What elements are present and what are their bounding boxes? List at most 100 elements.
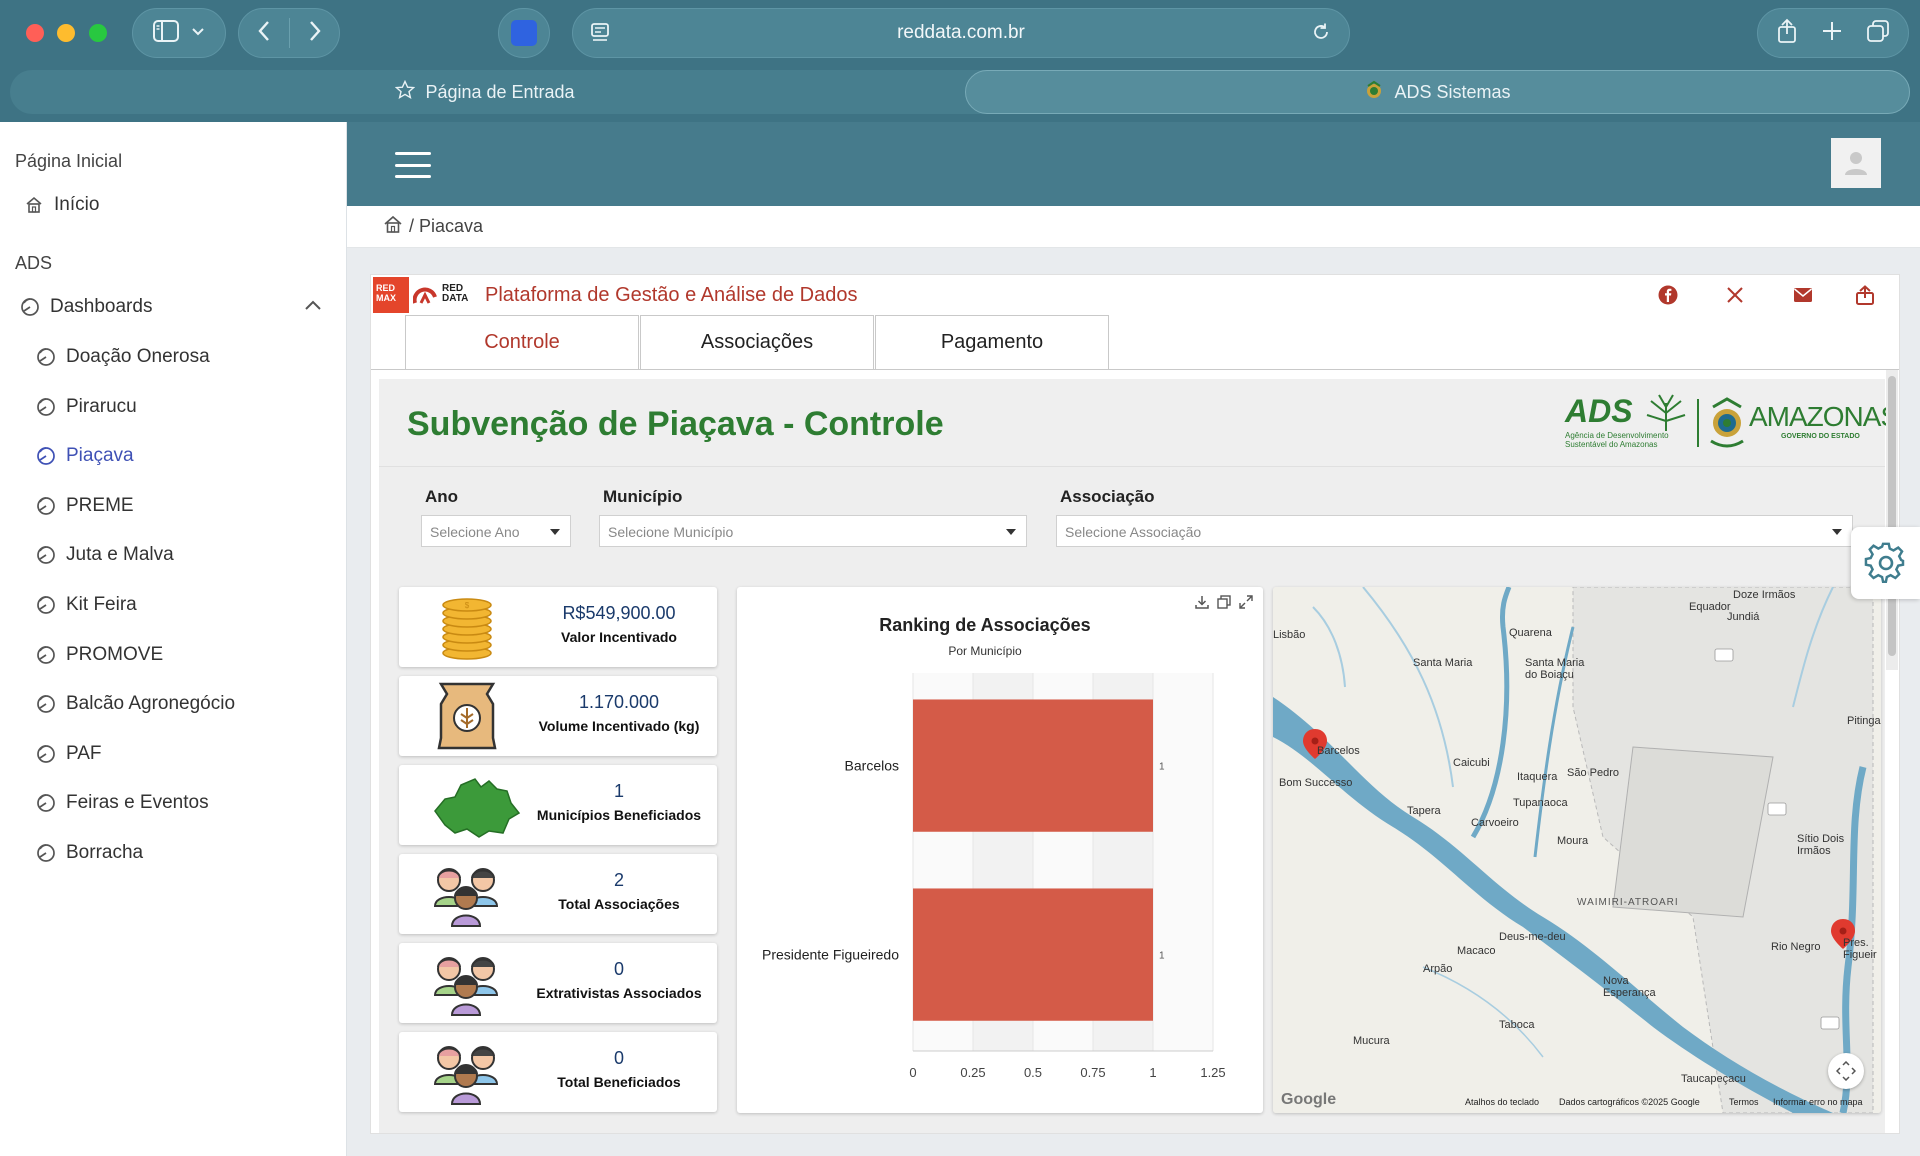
tab-overview-icon[interactable] — [1866, 19, 1890, 48]
dropdown-caret-icon — [550, 529, 560, 535]
sidebar-item-label: Juta e Malva — [66, 544, 174, 565]
kpi-card: 1.170.000 Volume Incentivado (kg) — [399, 676, 717, 756]
filter-municipio-select[interactable]: Selecione Município — [599, 515, 1027, 547]
map-attribution-item[interactable]: Termos — [1729, 1097, 1759, 1107]
browser-tab-ads[interactable]: ADS Sistemas — [965, 70, 1910, 114]
minimize-window-button[interactable] — [57, 24, 75, 42]
sidebar-item-label: Piaçava — [66, 445, 134, 466]
logo-divider — [1697, 399, 1699, 447]
kpi-label: Extrativistas Associados — [536, 985, 702, 1001]
map-place-label: Sítio Dois — [1797, 833, 1845, 845]
sidebar-item-pirarucu[interactable]: Pirarucu — [36, 396, 137, 418]
dashboard-icon — [36, 347, 56, 367]
sidebar-icon — [153, 19, 179, 47]
navigation-buttons — [238, 8, 340, 58]
user-avatar[interactable] — [1831, 138, 1881, 188]
sidebar-item-pia-ava[interactable]: Piaçava — [36, 445, 134, 467]
home-icon[interactable] — [383, 215, 403, 238]
map-attribution-item[interactable]: Atalhos do teclado — [1465, 1097, 1539, 1107]
map-card[interactable]: Lisbão Quarena Equador Doze Irmãos Jundiá San… — [1273, 587, 1881, 1113]
scrollbar-thumb[interactable] — [1888, 376, 1896, 656]
dashboard-icon — [36, 545, 56, 565]
filter-placeholder: Selecione Ano — [430, 524, 520, 540]
data-label: 1 — [1159, 762, 1165, 773]
tab-bar: Página de Entrada ADS Sistemas — [10, 70, 1910, 114]
map-place-label: Mucura — [1353, 1035, 1390, 1047]
settings-button[interactable] — [1851, 527, 1920, 599]
x-tick-label: 0.75 — [1080, 1065, 1105, 1080]
leaf-emblem-icon — [1646, 394, 1686, 431]
sidebar-group-dashboards[interactable]: Dashboards — [20, 296, 152, 318]
export-icon — [1856, 285, 1874, 305]
sidebar-item-doa-o-onerosa[interactable]: Doação Onerosa — [36, 346, 210, 368]
email-share-button[interactable] — [1791, 283, 1815, 307]
sidebar-item-label: Início — [54, 194, 100, 215]
sidebar-group-label: Dashboards — [50, 296, 153, 317]
sidebar-item-paf[interactable]: PAF — [36, 743, 102, 765]
coins-icon: $ — [431, 593, 503, 661]
kpi-value: R$549,900.00 — [562, 603, 676, 623]
sidebar-item-feiras-e-eventos[interactable]: Feiras e Eventos — [36, 792, 209, 814]
export-button[interactable] — [1853, 283, 1877, 307]
map-place-label: Esperança — [1603, 987, 1656, 999]
dashboard-icon — [36, 793, 56, 813]
map-place-label: Tupanaoca — [1513, 797, 1568, 809]
extension-icon — [511, 20, 537, 46]
forward-button[interactable] — [308, 20, 322, 47]
browser-tab-home[interactable]: Página de Entrada — [10, 70, 960, 114]
sidebar-item-balc-o-agroneg-cio[interactable]: Balcão Agronegócio — [36, 693, 235, 715]
map-place-label: Santa Maria — [1525, 657, 1585, 669]
sidebar-item-borracha[interactable]: Borracha — [36, 842, 143, 864]
x-tick-label: 0.5 — [1024, 1065, 1042, 1080]
map-place-label: Moura — [1557, 835, 1589, 847]
sidebar-item-label: Kit Feira — [66, 594, 137, 615]
sidebar-section-ads: ADS — [15, 253, 53, 273]
sidebar-section-home: Página Inicial — [15, 151, 123, 171]
sidebar-toggle-button[interactable] — [132, 8, 226, 58]
maximize-window-button[interactable] — [89, 24, 107, 42]
facebook-share-button[interactable] — [1656, 283, 1680, 307]
tab-associacoes[interactable]: Associações — [640, 315, 874, 369]
address-bar[interactable]: reddata.com.br — [572, 8, 1350, 58]
share-icon[interactable] — [1776, 18, 1798, 49]
x-share-button[interactable] — [1723, 283, 1747, 307]
kpi-label: Municípios Beneficiados — [536, 807, 702, 823]
back-button[interactable] — [257, 20, 271, 47]
map-place-label: Deus-me-deu — [1499, 931, 1566, 943]
map-place-label: Santa Maria — [1413, 657, 1473, 669]
map-attribution-item: Dados cartográficos ©2025 Google — [1559, 1097, 1700, 1107]
extension-button[interactable] — [498, 8, 550, 58]
grain-sack-icon — [431, 682, 503, 750]
new-tab-icon[interactable] — [1821, 20, 1843, 47]
envelope-icon — [1794, 288, 1812, 302]
menu-toggle-button[interactable] — [395, 152, 431, 178]
chevron-down-icon — [191, 24, 205, 42]
tab-pagamento[interactable]: Pagamento — [875, 315, 1109, 369]
sidebar-item-kit-feira[interactable]: Kit Feira — [36, 594, 137, 616]
filter-associacao-label: Associação — [1060, 487, 1155, 506]
map-place-label: Taboca — [1499, 1019, 1535, 1031]
tabs-divider — [371, 369, 1899, 370]
close-window-button[interactable] — [26, 24, 44, 42]
dashboard-icon — [36, 744, 56, 764]
filter-ano-select[interactable]: Selecione Ano — [421, 515, 571, 547]
sidebar-item-label: Borracha — [66, 842, 144, 863]
sidebar-item-promove[interactable]: PROMOVE — [36, 644, 163, 666]
map-camera-control[interactable] — [1828, 1053, 1864, 1089]
ads-logo: ADS Agência de Desenvolvimento Sustentáve… — [1565, 393, 1690, 453]
browser-actions — [1757, 8, 1909, 58]
tab-controle[interactable]: Controle — [405, 315, 639, 369]
reload-icon[interactable] — [1311, 22, 1331, 47]
sidebar-item-juta-e-malva[interactable]: Juta e Malva — [36, 544, 174, 566]
map-attribution-item[interactable]: Informar erro no mapa — [1773, 1097, 1863, 1107]
map-place-label: Tapera — [1407, 805, 1441, 817]
sidebar-item-label: Pirarucu — [66, 396, 137, 417]
kpi-card: 2 Total Associações — [399, 854, 717, 934]
svg-text:$: $ — [465, 601, 470, 610]
sidebar-item-inicio[interactable]: Início — [24, 194, 99, 216]
filter-associacao-select[interactable]: Selecione Associação — [1056, 515, 1853, 547]
sidebar-item-preme[interactable]: PREME — [36, 495, 134, 517]
chevron-up-icon[interactable] — [304, 298, 322, 316]
reader-icon[interactable] — [591, 22, 609, 49]
people-group-icon — [431, 1038, 503, 1106]
